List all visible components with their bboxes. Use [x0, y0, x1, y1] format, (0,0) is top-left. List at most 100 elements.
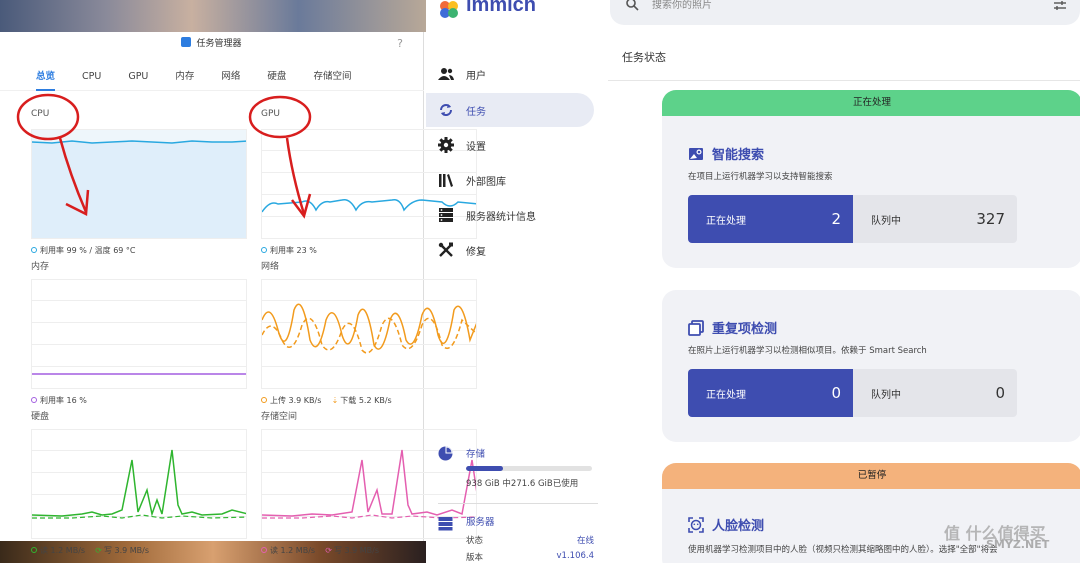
help-button[interactable]: ? [397, 32, 403, 56]
filter-sliders-icon[interactable] [1053, 0, 1067, 14]
server-version-label: 版本 [466, 553, 484, 563]
job-description: 在项目上运行机器学习以支持智能搜索 [688, 172, 833, 182]
duplicate-icon [688, 319, 704, 336]
sidebar-item-settings[interactable]: 设置 [426, 128, 594, 162]
task-manager-titlebar: 任务管理器 ? [0, 32, 423, 56]
job-title: 重复项检测 [688, 318, 777, 337]
gpu-legend: 利用率 23 % [261, 245, 317, 256]
immich-logo-text[interactable]: immich [466, 0, 536, 17]
sidebar-item-external-library[interactable]: 外部图库 [426, 163, 594, 197]
immich-logo-icon [440, 1, 458, 18]
queue-count-box: 队列中 0 [853, 369, 1017, 417]
gpu-legend-text: 利用率 23 % [270, 246, 317, 255]
queue-count: 0 [995, 384, 1005, 402]
storage-usage-bar [466, 466, 592, 471]
divider [608, 80, 1080, 81]
network-upload-text: 上传 3.9 KB/s [270, 396, 322, 405]
cpu-legend-text: 利用率 99 % / 温度 69 °C [40, 246, 136, 255]
storage-legend: 读 1.2 MB/s ⟳ 写 3.9 MB/s [261, 545, 379, 556]
page-title: 任务状态 [622, 51, 666, 64]
disk-title: 硬盘 [31, 412, 50, 422]
task-manager-icon [181, 37, 192, 47]
users-icon [438, 66, 454, 82]
memory-legend: 利用率 16 % [31, 395, 87, 406]
desktop-wallpaper-top [0, 0, 426, 32]
job-stats: 正在处理 0 队列中 0 [688, 369, 1017, 417]
network-download-text: 下载 5.2 KB/s [340, 396, 392, 405]
pie-chart-icon [438, 446, 453, 461]
sidebar-item-label: 用户 [466, 70, 486, 82]
sidebar-item-label: 修复 [466, 246, 486, 258]
sidebar-item-repair[interactable]: 修复 [426, 233, 594, 267]
queue-count: 327 [976, 210, 1005, 228]
storage-label: 存储 [466, 449, 486, 460]
network-graph [261, 279, 477, 389]
job-stats: 正在处理 2 队列中 327 [688, 195, 1017, 243]
storage-read-dot [261, 547, 267, 553]
memory-title: 内存 [31, 262, 50, 272]
disk-graph [31, 429, 247, 539]
tab-disk[interactable]: 硬盘 [267, 65, 286, 91]
search-placeholder[interactable]: 搜索你的照片 [652, 0, 712, 11]
job-status-badge: 已暂停 [662, 463, 1080, 489]
job-title-text: 智能搜索 [712, 148, 765, 163]
active-label: 正在处理 [706, 215, 746, 227]
storage-panel[interactable]: 存储空间 读 1.2 MB/s ⟳ 写 3.9 MB/s [261, 409, 477, 555]
tab-overview[interactable]: 总览 [36, 65, 56, 91]
memory-panel[interactable]: 内存 利用率 16 % [31, 259, 247, 405]
disk-legend: 读 1.2 MB/s ⟳ 写 3.9 MB/s [31, 545, 149, 556]
queue-label: 队列中 [871, 215, 901, 227]
network-legend: 上传 3.9 KB/s ⇣ 下载 5.2 KB/s [261, 395, 392, 406]
storage-write-icon: ⟳ [325, 546, 332, 555]
task-manager-title: 任务管理器 [196, 39, 242, 49]
tab-memory[interactable]: 内存 [175, 65, 194, 91]
task-manager-tabs: 总览 CPU GPU 内存 网络 硬盘 存储空间 [0, 65, 424, 91]
gear-icon [438, 137, 454, 153]
search-icon [626, 0, 639, 11]
disk-read-dot [31, 547, 37, 553]
active-count-box: 正在处理 0 [688, 369, 853, 417]
tab-cpu[interactable]: CPU [82, 65, 101, 91]
face-recognition-icon [688, 516, 704, 533]
queue-count-box: 队列中 327 [853, 195, 1017, 243]
sidebar-item-label: 服务器统计信息 [466, 211, 536, 223]
active-count: 2 [831, 210, 841, 228]
job-status-badge: 正在处理 [662, 90, 1080, 116]
job-title-text: 人脸检测 [712, 519, 765, 534]
server-version-row: 版本 v1.106.4 [466, 551, 594, 563]
jobs-main: 任务状态 正在处理 智能搜索 在项目上运行机器学习以支持智能搜索 正在处理 2 … [608, 42, 1080, 563]
job-card-smart-search: 正在处理 智能搜索 在项目上运行机器学习以支持智能搜索 正在处理 2 队列中 3… [662, 90, 1080, 268]
cpu-legend-dot [31, 247, 37, 253]
sidebar-item-server-stats[interactable]: 服务器统计信息 [426, 198, 594, 232]
task-manager-window: 任务管理器 ? 总览 CPU GPU 内存 网络 硬盘 存储空间 CPU 利用率… [0, 32, 477, 555]
server-version-value[interactable]: v1.106.4 [557, 551, 594, 561]
sidebar-item-label: 外部图库 [466, 176, 506, 188]
job-description: 使用机器学习检测项目中的人脸（视频只检测其缩略图中的人脸）。选择"全部"将会 [688, 545, 998, 555]
tools-icon [438, 242, 454, 258]
disk-panel[interactable]: 硬盘 读 1.2 MB/s ⟳ 写 3.9 MB/s [31, 409, 247, 555]
memory-graph [31, 279, 247, 389]
tab-network[interactable]: 网络 [221, 65, 240, 91]
memory-legend-dot [31, 397, 37, 403]
sidebar-item-users[interactable]: 用户 [426, 57, 594, 91]
tab-storage[interactable]: 存储空间 [313, 65, 351, 91]
queue-label: 队列中 [871, 389, 901, 401]
sync-icon [438, 102, 454, 118]
cpu-panel[interactable]: CPU 利用率 99 % / 温度 69 °C [31, 109, 247, 255]
sidebar-item-jobs[interactable]: 任务 [426, 93, 594, 127]
server-status-value: 在线 [576, 536, 594, 546]
disk-write-icon: ⟳ [95, 546, 102, 555]
sidebar-item-label: 设置 [466, 141, 486, 153]
cpu-title: CPU [31, 109, 50, 119]
job-title: 智能搜索 [688, 144, 764, 163]
gpu-legend-dot [261, 247, 267, 253]
tab-gpu[interactable]: GPU [128, 65, 148, 91]
storage-usage-fill [466, 466, 503, 471]
active-count: 0 [831, 384, 841, 402]
job-title: 人脸检测 [688, 515, 764, 534]
active-label: 正在处理 [706, 389, 746, 401]
storage-write-text: 写 3.9 MB/s [333, 546, 379, 555]
sidebar-item-label: 任务 [466, 106, 486, 118]
server-status-label: 状态 [466, 536, 484, 546]
disk-write-text: 写 3.9 MB/s [103, 546, 149, 555]
